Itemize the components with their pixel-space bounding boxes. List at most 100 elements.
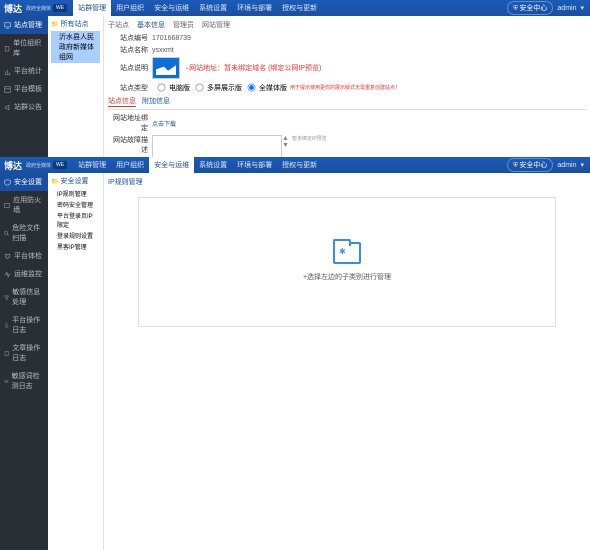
site-thumbnail[interactable]	[152, 57, 180, 79]
mini-tab-extra-info[interactable]: 附加信息	[142, 96, 170, 107]
sidebar-templates[interactable]: 平台模板	[0, 80, 48, 98]
sidebar2-scan[interactable]: 危险文件扫描	[0, 219, 48, 247]
nav-env-deploy[interactable]: 环境与部署	[232, 0, 277, 16]
site-id-label: 站点编号	[108, 33, 148, 43]
empty-state-text: +选择左边的子类别进行管理	[303, 272, 391, 282]
main-panel-2: IP规则管理 +选择左边的子类别进行管理	[104, 173, 590, 550]
type-hint: 用于提示使用更优的展示版式无需重复创建站点！	[290, 84, 400, 91]
megaphone-icon	[4, 104, 11, 111]
user-label[interactable]: admin	[557, 5, 576, 12]
sidebar2-sensitive[interactable]: 敏感信息处理	[0, 283, 48, 311]
tree-node-active[interactable]: 沂水县人民政府新媒体组网	[51, 31, 100, 63]
nav-license-update[interactable]: 授权与更新	[277, 0, 322, 16]
dropdown-icon[interactable]: ▾	[580, 4, 584, 12]
nav-security-ops[interactable]: 安全与运维	[149, 0, 194, 16]
sidebar2-word-log[interactable]: 敏感词检测日志	[0, 367, 48, 395]
folder-gear-icon	[333, 242, 361, 264]
dropdown-icon-2[interactable]: ▾	[580, 161, 584, 169]
logo-tag: WE	[53, 4, 67, 12]
tab-basic-info[interactable]: 基本信息	[137, 20, 165, 30]
sidebar-org-lib[interactable]: 单位组织库	[0, 34, 48, 62]
sidebar2-health[interactable]: 平台体检	[0, 247, 48, 265]
sidebar: 站点管理 单位组织库 平台统计 平台模板 站群公告	[0, 16, 48, 157]
filter-icon	[4, 294, 9, 301]
site-name-label: 站点名称	[108, 45, 148, 55]
safe-center-button[interactable]: ⛨ 安全中心	[507, 1, 553, 15]
tree-hacker-ip[interactable]: 黑客IP管理	[55, 241, 100, 252]
logo-tag-2: WE	[53, 161, 67, 169]
empty-state: +选择左边的子类别进行管理	[138, 197, 556, 327]
tree-login-rules[interactable]: 登录规则设置	[55, 230, 100, 241]
sidebar2-security[interactable]: 安全设置	[0, 173, 48, 191]
search-icon	[4, 230, 9, 237]
download-link[interactable]: 点击下载	[152, 119, 176, 128]
topbar: 博达 政府全媒体 WE 站群管理 用户组织 安全与运维 系统设置 环境与部署 授…	[0, 0, 590, 16]
chart-icon	[4, 68, 11, 75]
nav-site-mgmt[interactable]: 站群管理	[73, 0, 111, 16]
domain-strip-label: 网站地址绑定	[108, 113, 148, 133]
logo-sub: 政府全媒体	[26, 5, 51, 12]
sidebar2-article-log[interactable]: 文章操作日志	[0, 339, 48, 367]
tab-admins[interactable]: 管理员	[173, 20, 194, 30]
user-label-2[interactable]: admin	[557, 162, 576, 169]
logo-2: 博达	[0, 159, 26, 172]
tree-password[interactable]: 密码安全管理	[55, 199, 100, 210]
nav2-system-settings[interactable]: 系统设置	[194, 157, 232, 173]
site-view-hint: • 网站地址：暂未绑定域名 (绑定公网IP预览)	[186, 63, 321, 73]
main-tabs: 子站点 基本信息 管理员 网站管理	[108, 20, 586, 30]
nav-user-org[interactable]: 用户组织	[111, 0, 149, 16]
eye-icon	[4, 378, 9, 385]
security-tree: 📁 安全设置 IP规则管理 密码安全管理 平台登录页IP限定 登录规则设置 黑客…	[48, 173, 104, 550]
sidebar2-platform-log[interactable]: 平台操作日志	[0, 311, 48, 339]
mini-tabs: 站点信息 附加信息	[108, 96, 586, 110]
sidebar-stats[interactable]: 平台统计	[0, 62, 48, 80]
desc-helper: 暂未绑定IP预览	[292, 135, 327, 142]
desc-label: 网站故障描述	[108, 135, 148, 155]
pulse-icon	[4, 271, 11, 278]
wall-icon	[4, 202, 10, 209]
sidebar-site-mgmt[interactable]: 站点管理	[0, 16, 48, 34]
sidebar2-waf[interactable]: 应用防火墙	[0, 191, 48, 219]
tree-ip-rules[interactable]: IP规则管理	[55, 188, 100, 199]
safe-center-button-2[interactable]: ⛨ 安全中心	[507, 158, 553, 172]
layout-icon	[4, 86, 11, 93]
site-id-value: 1701668739	[152, 35, 191, 42]
mini-tab-site-info[interactable]: 站点信息	[108, 96, 136, 107]
tab-substations[interactable]: 子站点	[108, 20, 129, 30]
radio-multiscreen[interactable]	[196, 84, 204, 92]
sidebar-2: 安全设置 应用防火墙 危险文件扫描 平台体检 运维监控 敏感信息处理 平台操作日…	[0, 173, 48, 550]
top-nav-2: 站群管理 用户组织 安全与运维 系统设置 环境与部署 授权与更新	[73, 157, 322, 173]
logo-sub-2: 政府全媒体	[26, 162, 51, 169]
heart-icon	[4, 253, 11, 260]
site-view-label: 站点说明	[108, 63, 148, 73]
radio-fullmedia[interactable]	[248, 84, 256, 92]
tree-login-ip[interactable]: 平台登录页IP限定	[55, 210, 100, 230]
topbar-2: 博达 政府全媒体 WE 站群管理 用户组织 安全与运维 系统设置 环境与部署 授…	[0, 157, 590, 173]
list-icon	[4, 322, 9, 329]
tree-header[interactable]: 📁 所有站点	[51, 19, 100, 29]
monitor-icon	[4, 22, 11, 29]
nav2-env-deploy[interactable]: 环境与部署	[232, 157, 277, 173]
nav2-site-mgmt[interactable]: 站群管理	[73, 157, 111, 173]
nav-system-settings[interactable]: 系统设置	[194, 0, 232, 16]
nav2-user-org[interactable]: 用户组织	[111, 157, 149, 173]
nav2-security-ops[interactable]: 安全与运维	[149, 157, 194, 173]
site-type-label: 站点类型	[108, 83, 148, 93]
site-tree: 📁 所有站点 沂水县人民政府新媒体组网	[48, 16, 104, 157]
logo: 博达	[0, 2, 26, 15]
doc-icon	[4, 350, 9, 357]
radio-desktop[interactable]	[158, 84, 166, 92]
building-icon	[4, 45, 10, 52]
sidebar2-monitor[interactable]: 运维监控	[0, 265, 48, 283]
main-panel: 子站点 基本信息 管理员 网站管理 站点编号 1701668739 站点名称 ysx…	[104, 16, 590, 157]
site-name-value: ysxxmt	[152, 47, 174, 54]
sidebar-announce[interactable]: 站群公告	[0, 98, 48, 116]
nav2-license-update[interactable]: 授权与更新	[277, 157, 322, 173]
tab-site-mgmt[interactable]: 网站管理	[202, 20, 230, 30]
stepper-icon[interactable]: ▲▼	[282, 135, 289, 149]
main-tab-ip-rules[interactable]: IP规则管理	[108, 177, 143, 187]
shield-icon	[4, 179, 11, 186]
tree-header-2[interactable]: 📁 安全设置	[51, 176, 100, 186]
top-nav: 站群管理 用户组织 安全与运维 系统设置 环境与部署 授权与更新	[73, 0, 322, 16]
desc-textarea[interactable]	[152, 135, 282, 157]
